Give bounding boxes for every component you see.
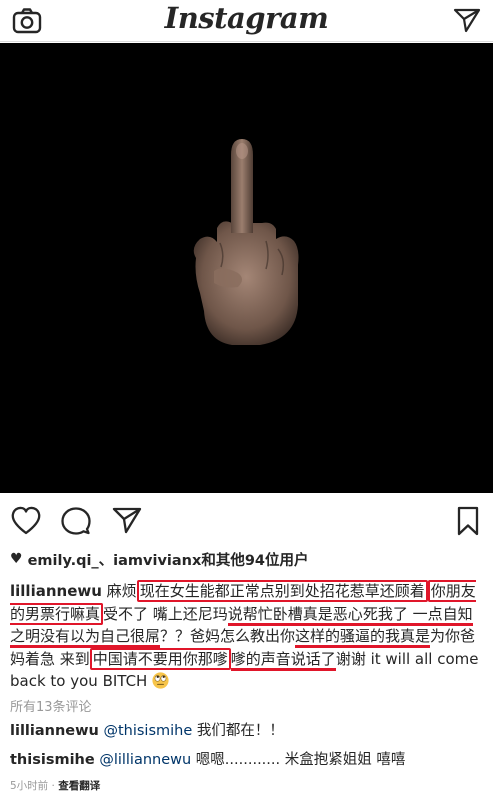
- caption-text: 麻烦: [101, 582, 137, 600]
- underline-mark: 嗲的声音说话了: [230, 649, 336, 671]
- comment-text: 嗯嗯............ 米盒抱紧姐姐 嘻嘻: [191, 752, 406, 768]
- underline-mark: 这样的骚逼的我真是: [295, 627, 431, 648]
- comment-mention[interactable]: @thisismihe: [103, 723, 192, 739]
- bookmark-icon[interactable]: [456, 506, 480, 536]
- rolling-eyes-emoji: [152, 672, 169, 689]
- highlight-box: 中国请不要用你那嗲: [89, 647, 231, 670]
- highlight-box: 现在女生能都正常点别到处招花惹草还顾着: [136, 580, 428, 602]
- comment-username[interactable]: thisismihe: [10, 752, 95, 768]
- post-image[interactable]: [0, 43, 493, 493]
- caption-username[interactable]: lilliannewu: [10, 582, 102, 600]
- comment-text: 我们都在！！: [192, 723, 284, 739]
- comment-icon[interactable]: [61, 506, 91, 536]
- comment-username[interactable]: lilliannewu: [10, 723, 99, 739]
- post-timestamp: 5小时前: [10, 780, 49, 792]
- see-translation-link[interactable]: 查看翻译: [58, 780, 100, 792]
- instagram-logo: Instagram: [164, 1, 329, 35]
- underline-mark: 说帮忙卧槽真是恶心: [227, 604, 363, 626]
- middle-finger-emoji: [193, 139, 299, 345]
- comment: thisismihe @lilliannewu 嗯嗯............ 米…: [10, 748, 405, 769]
- view-all-comments-link[interactable]: 所有13条评论: [10, 696, 92, 715]
- comment: lilliannewu @thisismihe 我们都在！！: [10, 719, 284, 740]
- comment-mention[interactable]: @lilliannewu: [99, 752, 191, 768]
- likes-text[interactable]: emily.qi_、iamvivianx和其他94位用户: [28, 549, 309, 570]
- post-meta: 5小时前 · 查看翻译: [10, 778, 100, 793]
- caption-text: ？？爸妈怎么教出你: [160, 627, 296, 645]
- send-icon[interactable]: [112, 506, 142, 534]
- post-action-bar: [0, 500, 493, 542]
- send-icon[interactable]: [453, 7, 481, 33]
- heart-outline-icon[interactable]: [10, 506, 42, 536]
- likes-summary[interactable]: ♥ emily.qi_、iamvivianx和其他94位用户: [10, 548, 309, 570]
- meta-separator: ·: [48, 780, 59, 792]
- post-caption: lilliannewu 麻烦 现在女生能都正常点别到处招花惹草还顾着 你朋友的男票行…: [10, 580, 486, 693]
- caption-text: 受不了 嘴上还尼玛: [103, 604, 228, 623]
- app-header: Instagram: [0, 0, 493, 42]
- heart-icon: ♥: [10, 551, 23, 567]
